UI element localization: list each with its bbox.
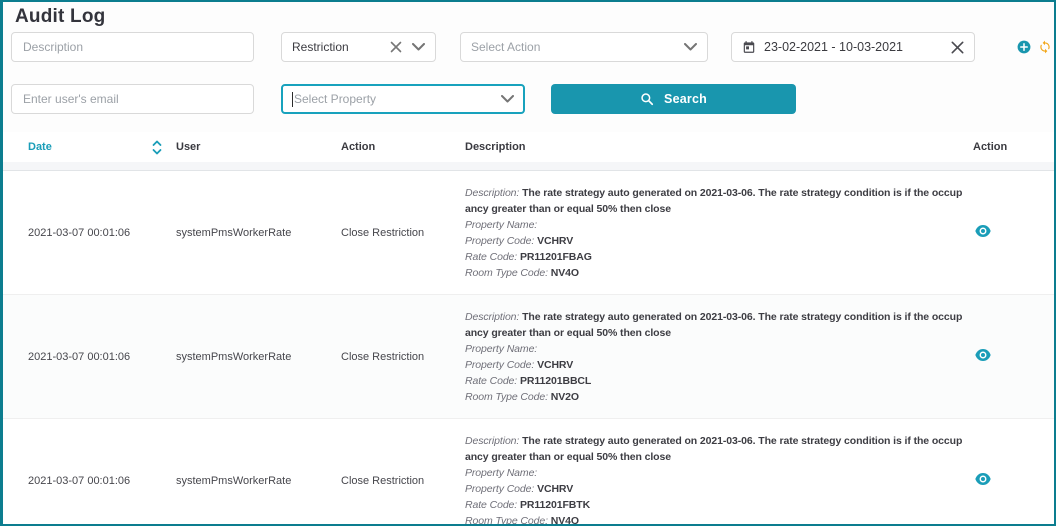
- column-header-row-action: Action: [965, 141, 1045, 153]
- table-row: 2021-03-07 00:01:06 systemPmsWorkerRate …: [3, 418, 1054, 526]
- calendar-icon: [742, 40, 756, 54]
- cell-date: 2021-03-07 00:01:06: [28, 227, 176, 239]
- chevron-down-icon: [684, 43, 697, 51]
- search-button[interactable]: Search: [551, 84, 796, 114]
- cell-date: 2021-03-07 00:01:06: [28, 475, 176, 487]
- action-select[interactable]: Select Action: [460, 32, 708, 62]
- date-range-picker[interactable]: 23-02-2021 - 10-03-2021: [731, 32, 975, 62]
- cell-description: Description: The rate strategy auto gene…: [465, 171, 965, 294]
- cell-date: 2021-03-07 00:01:06: [28, 351, 176, 363]
- page-title: Audit Log: [15, 6, 1054, 28]
- cell-user: systemPmsWorkerRate: [176, 351, 341, 363]
- chevron-down-icon: [412, 43, 425, 51]
- description-input[interactable]: [11, 32, 254, 62]
- sort-icon[interactable]: [152, 140, 162, 155]
- view-details-button[interactable]: [973, 347, 993, 363]
- add-button[interactable]: [1017, 40, 1031, 54]
- refresh-button[interactable]: [1038, 40, 1052, 54]
- cell-action: Close Restriction: [341, 475, 465, 487]
- column-header-action: Action: [341, 141, 465, 153]
- search-icon: [640, 92, 654, 106]
- header-divider-band: [3, 162, 1054, 171]
- filter-bar: Restriction Select Action: [3, 32, 1054, 114]
- filter-row-1: Restriction Select Action: [11, 32, 1054, 62]
- cell-action: Close Restriction: [341, 351, 465, 363]
- cell-action: Close Restriction: [341, 227, 465, 239]
- action-select-placeholder: Select Action: [471, 40, 540, 54]
- search-button-label: Search: [664, 92, 707, 106]
- view-details-button[interactable]: [973, 471, 993, 487]
- cell-user: systemPmsWorkerRate: [176, 475, 341, 487]
- column-header-user: User: [176, 141, 341, 153]
- text-cursor: [292, 92, 293, 107]
- column-header-description: Description: [465, 141, 965, 153]
- cell-user: systemPmsWorkerRate: [176, 227, 341, 239]
- table-row: 2021-03-07 00:01:06 systemPmsWorkerRate …: [3, 294, 1054, 418]
- clear-date-icon[interactable]: [951, 41, 964, 54]
- date-range-value: 23-02-2021 - 10-03-2021: [764, 40, 903, 54]
- user-email-input[interactable]: [11, 84, 254, 114]
- filter-row-2: Select Property Search: [11, 84, 1054, 114]
- audit-log-page: Audit Log Restriction Select Action: [0, 0, 1056, 526]
- restriction-select-value: Restriction: [292, 40, 349, 54]
- cell-description: Description: The rate strategy auto gene…: [465, 419, 965, 526]
- clear-restriction-icon[interactable]: [390, 41, 402, 53]
- property-select-placeholder: Select Property: [294, 92, 376, 106]
- audit-log-table: Date User Action Description Action 2021…: [3, 132, 1054, 526]
- restriction-select[interactable]: Restriction: [281, 32, 436, 62]
- table-row: 2021-03-07 00:01:06 systemPmsWorkerRate …: [3, 171, 1054, 294]
- cell-description: Description: The rate strategy auto gene…: [465, 295, 965, 418]
- column-header-date[interactable]: Date: [28, 140, 176, 155]
- view-details-button[interactable]: [973, 223, 993, 239]
- chevron-down-icon: [501, 95, 514, 103]
- table-header-row: Date User Action Description Action: [3, 132, 1054, 162]
- property-select[interactable]: Select Property: [281, 84, 525, 114]
